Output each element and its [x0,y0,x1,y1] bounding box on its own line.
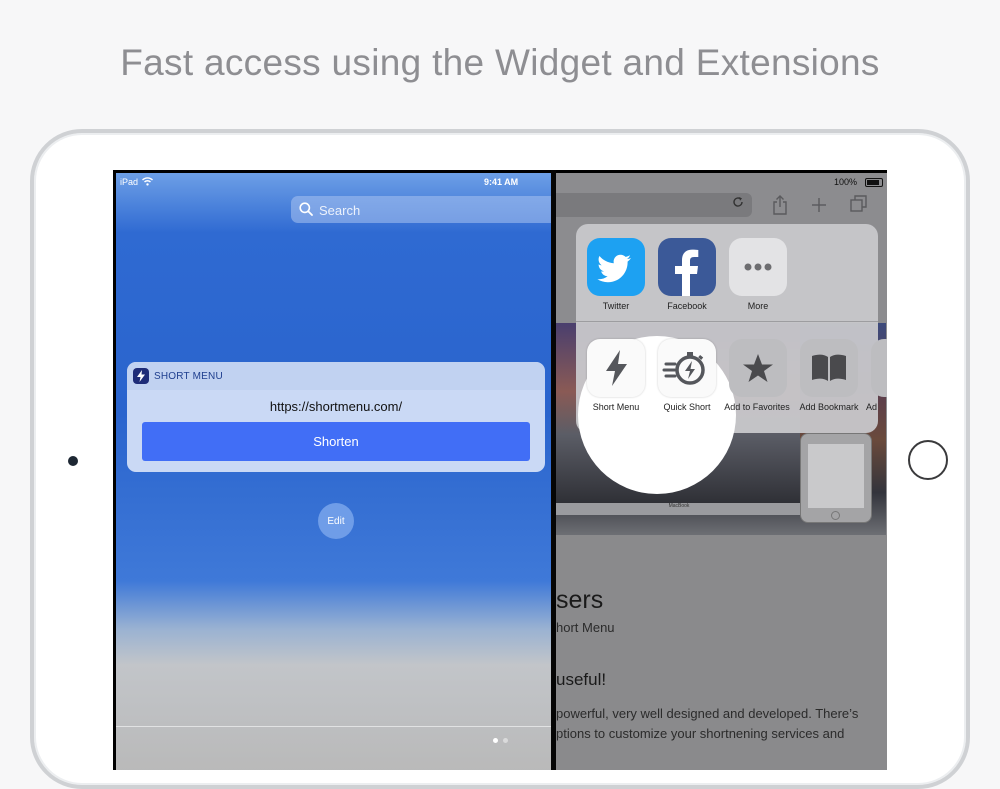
lightning-icon [606,350,627,386]
search-placeholder: Search [319,203,361,218]
battery-percent: 100% [833,177,857,187]
laptop-base: MacBook [556,503,802,515]
twitter-label: Twitter [602,301,630,311]
page-heading: sers [556,586,604,614]
stopwatch-lightning-icon [662,352,705,385]
more-icon[interactable] [729,238,787,296]
section-title: useful! [556,670,607,689]
page-dot-active [493,738,498,743]
search-field[interactable]: Search [291,196,553,223]
widget-header: SHORT MENU [127,362,545,390]
safari-pane: 100% MacBook sers hort Menu useful! powe… [556,173,887,770]
address-bar[interactable] [556,193,752,217]
edit-button[interactable]: Edit [318,503,354,539]
short-menu-label: Short Menu [592,402,640,412]
page-indicator [493,738,513,744]
search-icon [299,202,313,216]
page-dot [503,738,508,743]
more-label: More [747,301,769,311]
add-to-favorites-label: Add to Favorites [724,402,790,412]
device-label: iPad [120,177,139,187]
share-sheet-separator [576,321,878,322]
ipad-screen: iPad 9:41 AM Search SHORT MENU https://s… [113,170,887,770]
new-tab-icon[interactable] [811,197,827,213]
partial-action[interactable] [871,339,887,397]
tabs-icon[interactable] [850,195,868,213]
split-view-divider[interactable] [551,170,556,770]
short-menu-widget: SHORT MENU https://shortmenu.com/ Shorte… [127,362,545,472]
shorten-button[interactable]: Shorten [142,422,530,461]
twitter-icon[interactable] [587,238,645,296]
phone-image [800,433,872,523]
short-menu-app-icon [133,368,149,384]
laptop-caption: MacBook [668,503,690,509]
wifi-icon [142,177,153,186]
page-body: sers hort Menu useful! powerful, very we… [556,535,887,770]
short-menu-action[interactable] [587,339,645,397]
divider [116,726,553,727]
url-text: https://shortmenu.com/ [269,399,403,414]
body-line-1: powerful, very well designed and develop… [556,706,859,721]
battery-icon [865,178,883,187]
add-to-favorites-action[interactable] [729,339,787,397]
quick-short-action[interactable] [658,339,716,397]
facebook-icon[interactable] [658,238,716,296]
home-button[interactable] [908,440,948,480]
partial-label: Ad [866,402,878,412]
book-icon [812,354,846,381]
quick-short-label: Quick Short [663,402,711,412]
add-bookmark-label: Add Bookmark [799,402,859,412]
front-camera [68,456,78,466]
reload-icon[interactable] [732,196,744,208]
widget-app-name: SHORT MENU [154,371,223,382]
headline: Fast access using the Widget and Extensi… [120,42,880,83]
today-view: iPad 9:41 AM Search SHORT MENU https://s… [116,173,553,770]
clock: 9:41 AM [484,177,519,187]
page-subheading: hort Menu [556,620,615,635]
share-sheet: Twitter Facebook More Short Menu Quick S… [576,224,887,494]
share-icon[interactable] [772,195,788,215]
body-line-2: ptions to customize your shortnening ser… [556,726,845,741]
facebook-label: Facebook [667,301,707,311]
star-icon [743,354,773,382]
add-bookmark-action[interactable] [800,339,858,397]
status-bar: iPad 9:41 AM [116,177,553,191]
